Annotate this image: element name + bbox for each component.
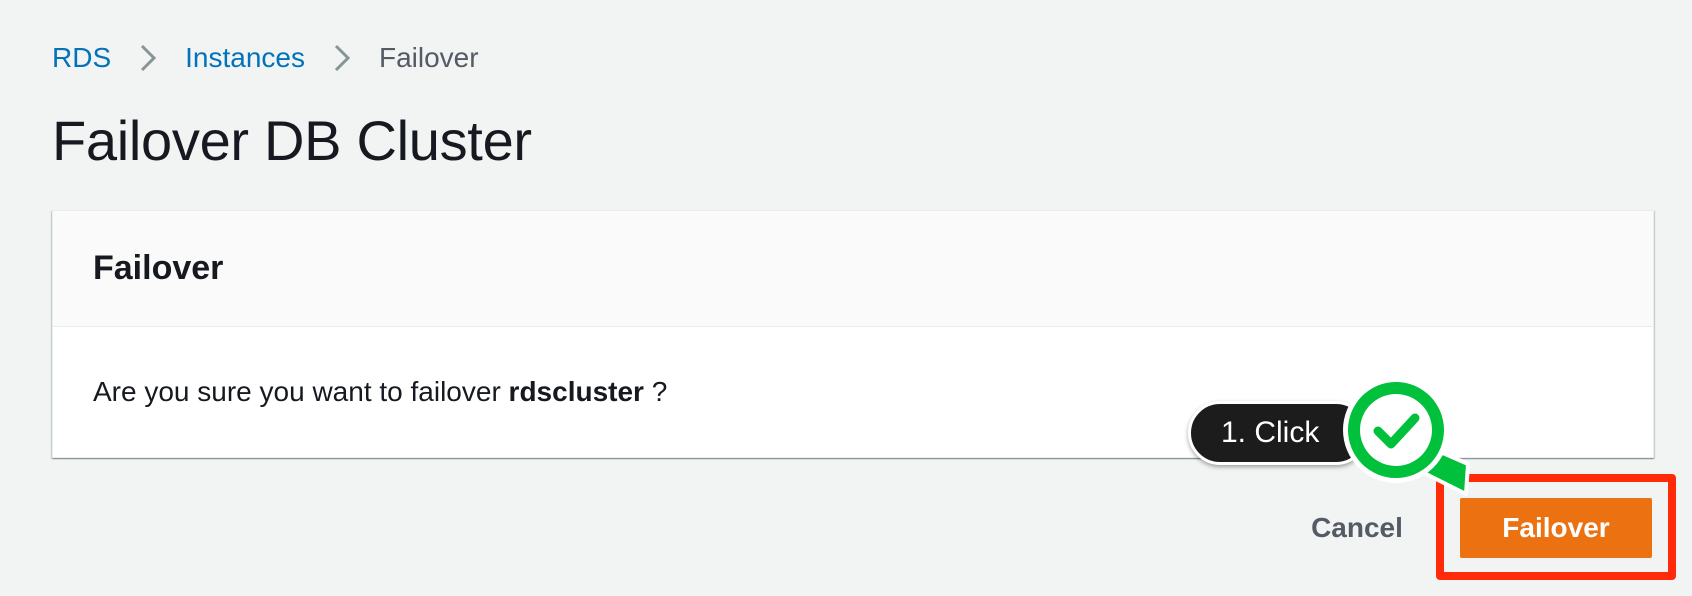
breadcrumb: RDS Instances Failover: [52, 40, 479, 76]
cluster-name: rdscluster: [508, 376, 644, 407]
page-title: Failover DB Cluster: [52, 109, 532, 172]
page: RDS Instances Failover Failover DB Clust…: [0, 0, 1692, 596]
message-suffix: ?: [651, 376, 668, 407]
failover-button[interactable]: Failover: [1460, 498, 1652, 558]
message-prefix: Are you sure you want to failover: [93, 376, 501, 407]
breadcrumb-rds[interactable]: RDS: [52, 42, 111, 74]
panel-title: Failover: [93, 249, 224, 287]
magnifier-icon: [1343, 377, 1470, 496]
callout-label: 1. Click: [1221, 416, 1320, 449]
chevron-right-icon: [305, 43, 379, 73]
breadcrumb-instances[interactable]: Instances: [185, 42, 305, 74]
panel-header: Failover: [53, 211, 1653, 327]
breadcrumb-current: Failover: [378, 42, 479, 73]
chevron-right-icon: [111, 43, 185, 73]
